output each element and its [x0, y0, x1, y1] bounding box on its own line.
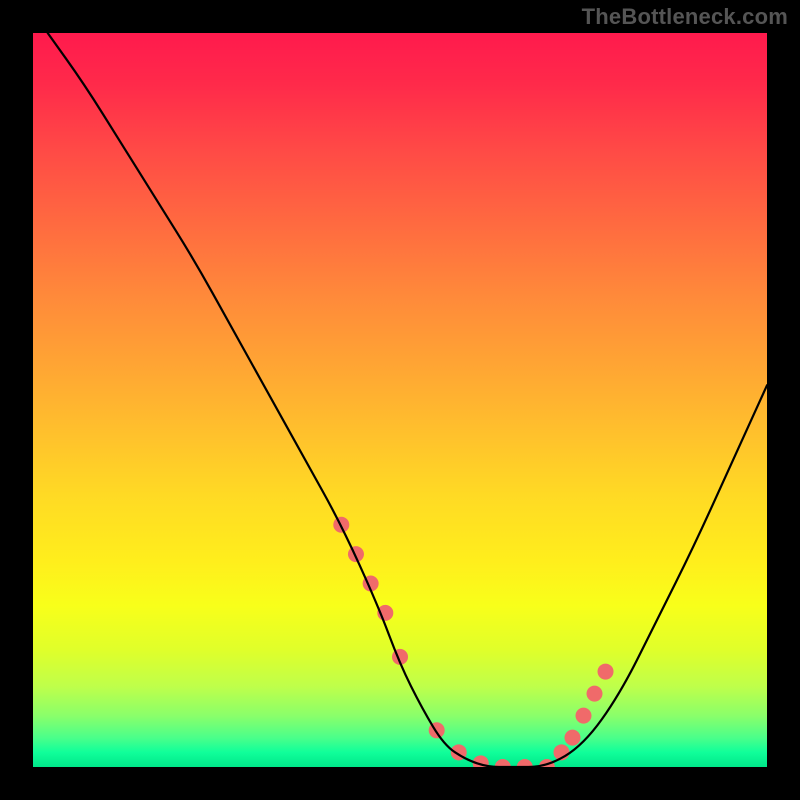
- marker-dot: [564, 730, 580, 746]
- marker-dot: [576, 708, 592, 724]
- marker-dot: [495, 759, 511, 767]
- marker-dot: [517, 759, 533, 767]
- plot-svg: [33, 33, 767, 767]
- watermark-text: TheBottleneck.com: [582, 4, 788, 30]
- marker-dots: [333, 517, 613, 767]
- plot-area: [33, 33, 767, 767]
- marker-dot: [598, 664, 614, 680]
- chart-frame: TheBottleneck.com: [0, 0, 800, 800]
- marker-dot: [587, 686, 603, 702]
